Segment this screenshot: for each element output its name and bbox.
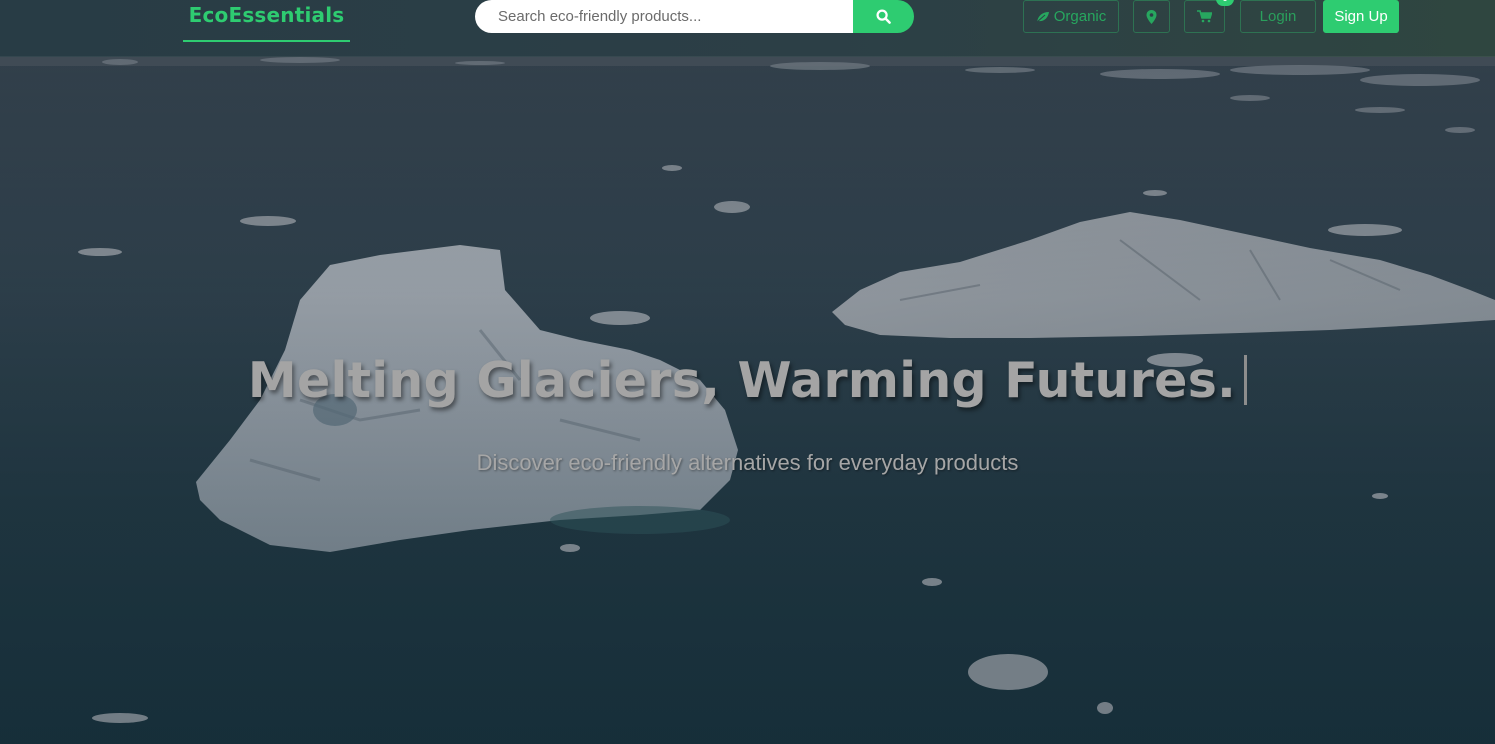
map-marker-icon	[1146, 9, 1157, 24]
leaf-icon	[1036, 11, 1049, 22]
brand-logo[interactable]: EcoEssentials	[183, 0, 350, 42]
organic-button[interactable]: Organic	[1023, 0, 1119, 33]
organic-label: Organic	[1053, 8, 1107, 25]
signup-button[interactable]: Sign Up	[1323, 0, 1399, 33]
location-button[interactable]	[1133, 0, 1170, 33]
search-button[interactable]	[853, 0, 914, 33]
cart-icon	[1197, 10, 1212, 23]
hero-headline: Melting Glaciers, Warming Futures.	[0, 352, 1495, 409]
hero-headline-text: Melting Glaciers, Warming Futures.	[247, 352, 1237, 409]
navbar: EcoEssentials Organic 0 Log	[0, 0, 1495, 57]
hero-subheadline: Discover eco-friendly alternatives for e…	[476, 450, 1019, 475]
brand-name[interactable]: EcoEssentials	[189, 3, 345, 27]
search-icon	[876, 9, 891, 24]
typing-cursor	[1244, 355, 1248, 405]
search-input[interactable]	[475, 0, 853, 33]
cart-count-badge: 0	[1216, 0, 1234, 6]
login-button[interactable]: Login	[1240, 0, 1316, 33]
search-bar	[475, 0, 914, 33]
